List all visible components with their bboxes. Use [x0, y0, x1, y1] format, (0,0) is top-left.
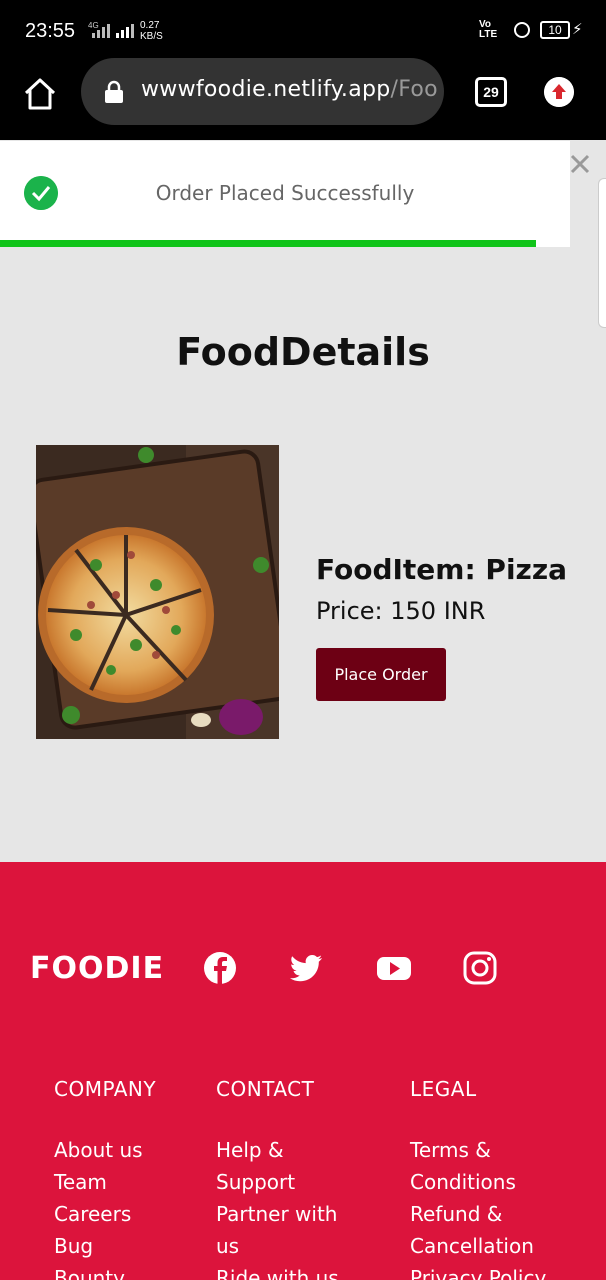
- food-item-name: FoodItem: Pizza: [316, 553, 568, 586]
- page-title: FoodDetails: [176, 330, 430, 374]
- place-order-button[interactable]: Place Order: [316, 648, 446, 701]
- signal-icon: [116, 24, 134, 38]
- footer: FOODIE COMPANY CONTACT LEGAL About us Te…: [0, 862, 606, 1280]
- footer-link[interactable]: Terms &: [410, 1134, 546, 1166]
- footer-links-legal: Terms & Conditions Refund & Cancellation…: [410, 1134, 546, 1280]
- toast-edge: [598, 178, 606, 328]
- footer-link[interactable]: Conditions: [410, 1166, 546, 1198]
- lock-icon: [105, 80, 123, 103]
- footer-links-company: About us Team Careers Bug Bounty: [54, 1134, 143, 1280]
- success-toast: Order Placed Successfully: [0, 141, 570, 247]
- footer-link[interactable]: Bounty: [54, 1262, 143, 1280]
- footer-link[interactable]: Bug: [54, 1230, 143, 1262]
- close-icon[interactable]: [568, 152, 592, 176]
- status-bar: 23:55 4G 0.27 KB/S Vo LTE 10 ⚡: [0, 0, 606, 58]
- url-domain: wwwfoodie.netlify.app: [141, 77, 391, 102]
- footer-link[interactable]: Privacy Policy: [410, 1262, 546, 1280]
- toast-progress-bar: [0, 240, 536, 247]
- speed-value: 0.27: [140, 20, 160, 31]
- toast-message: Order Placed Successfully: [155, 181, 415, 205]
- footer-link[interactable]: Refund &: [410, 1198, 546, 1230]
- pizza-image: [36, 445, 279, 739]
- footer-link[interactable]: About us: [54, 1134, 143, 1166]
- battery-icon: 10: [540, 21, 570, 39]
- footer-link[interactable]: Support: [216, 1166, 339, 1198]
- footer-link[interactable]: Ride with us: [216, 1262, 339, 1280]
- footer-links-contact: Help & Support Partner with us Ride with…: [216, 1134, 339, 1280]
- footer-heading-company: COMPANY: [54, 1077, 157, 1101]
- food-price: Price: 150 INR: [316, 597, 486, 625]
- footer-heading-contact: CONTACT: [216, 1077, 315, 1101]
- update-icon[interactable]: [544, 77, 574, 107]
- youtube-icon[interactable]: [376, 950, 412, 986]
- footer-link[interactable]: us: [216, 1230, 339, 1262]
- footer-heading-legal: LEGAL: [410, 1077, 477, 1101]
- address-bar[interactable]: wwwfoodie.netlify.app/Foo: [81, 58, 444, 125]
- instagram-icon[interactable]: [462, 950, 498, 986]
- footer-link[interactable]: Team: [54, 1166, 143, 1198]
- footer-link[interactable]: Help &: [216, 1134, 339, 1166]
- facebook-icon[interactable]: [202, 950, 238, 986]
- browser-toolbar: wwwfoodie.netlify.app/Foo 29: [0, 58, 606, 140]
- footer-brand: FOODIE: [30, 951, 165, 986]
- status-time: 23:55: [25, 20, 76, 42]
- footer-link[interactable]: Partner with: [216, 1198, 339, 1230]
- speed-unit: KB/S: [140, 31, 163, 42]
- volte-indicator: Vo LTE: [479, 19, 498, 40]
- signal-icon: [92, 24, 110, 38]
- url-path: /Foo: [390, 77, 438, 102]
- tab-switcher-button[interactable]: 29: [475, 77, 507, 107]
- home-icon[interactable]: [22, 76, 58, 112]
- network-speed: 0.27 KB/S: [140, 20, 163, 42]
- footer-link[interactable]: Cancellation: [410, 1230, 546, 1262]
- url-text: wwwfoodie.netlify.app/Foo: [141, 77, 438, 102]
- twitter-icon[interactable]: [288, 950, 324, 986]
- footer-link[interactable]: Careers: [54, 1198, 143, 1230]
- rotation-lock-icon: [514, 22, 530, 38]
- charging-icon: ⚡: [572, 20, 583, 38]
